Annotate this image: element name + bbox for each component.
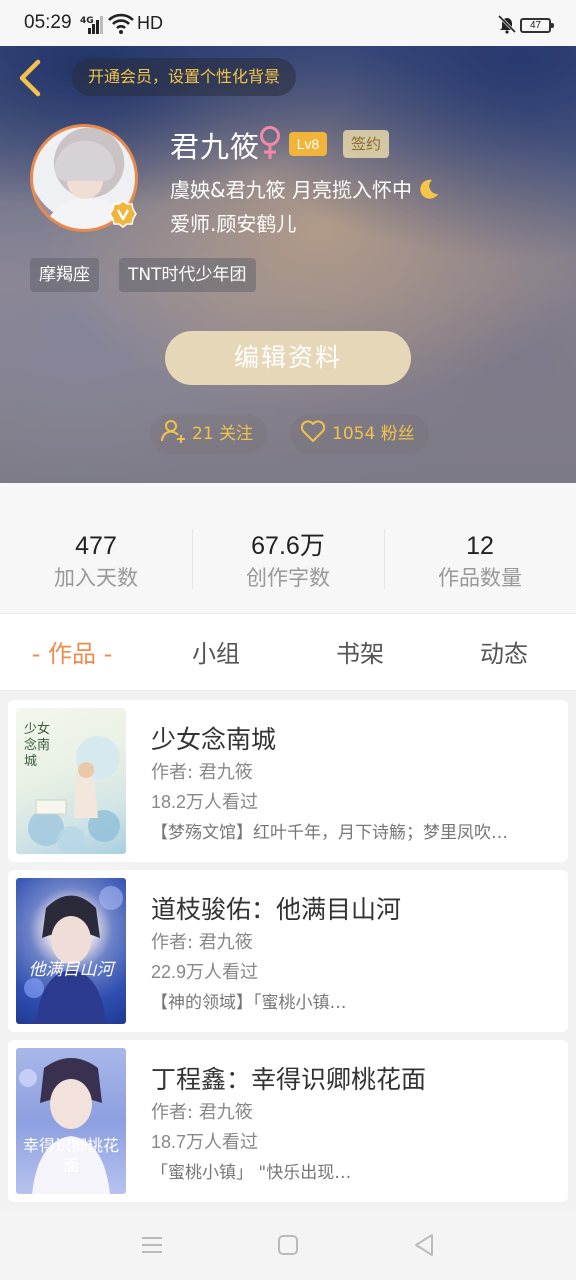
stats-panel: 477 加入天数 67.6万 创作字数 12 作品数量 (0, 483, 576, 613)
menu-icon[interactable] (139, 1232, 165, 1258)
tag-fandom[interactable]: TNT时代少年团 (119, 258, 256, 292)
following-count: 21 关注 (192, 424, 254, 444)
username: 君九筱 (170, 130, 261, 164)
tab-bar: - 作品 - 小组 书架 动态 (0, 613, 576, 691)
wifi-icon (108, 13, 134, 34)
fans-count: 1054 粉丝 (332, 424, 415, 444)
stat-join-days: 477 加入天数 (0, 529, 192, 593)
mute-bell-icon (497, 14, 517, 34)
book-cover[interactable]: 少女念南城 (16, 708, 126, 854)
stat-word-count: 67.6万 创作字数 (192, 529, 384, 593)
signed-author-badge: 签约 (343, 130, 389, 158)
book-views: 18.2万人看过 (151, 792, 259, 812)
book-card[interactable]: 他满目山河 道枝骏佑：他满目山河 作者: 君九筱 22.9万人看过 【神的领域】… (8, 870, 568, 1032)
crescent-moon-icon (420, 179, 439, 199)
bio-line-2: 爱师.顾安鹤儿 (170, 212, 297, 236)
cover-title: 幸得识卿桃花面 (22, 1136, 119, 1175)
female-gender-icon (260, 126, 280, 159)
book-description: 【神的领域】「蜜桃小镇… (151, 993, 347, 1013)
book-cover[interactable]: 他满目山河 (16, 878, 126, 1024)
book-author: 作者: 君九筱 (151, 932, 253, 953)
works-list: 少女念南城 少女念南城 作者: 君九筱 18.2万人看过 【梦殇文馆】红叶千年，… (0, 691, 576, 1210)
signal-icon (88, 16, 104, 34)
tab-activity[interactable]: 动态 (432, 614, 576, 692)
stat-label: 作品数量 (438, 566, 522, 590)
book-card[interactable]: 幸得识卿桃花面 丁程鑫：幸得识卿桃花面 作者: 君九筱 18.7万人看过 「蜜桃… (8, 1040, 568, 1202)
tag-zodiac[interactable]: 摩羯座 (30, 258, 99, 292)
book-cover[interactable]: 幸得识卿桃花面 (16, 1048, 126, 1194)
book-author: 作者: 君九筱 (151, 1102, 253, 1123)
hd-indicator: HD (137, 13, 163, 33)
cover-title: 他满目山河 (28, 960, 114, 980)
book-card[interactable]: 少女念南城 少女念南城 作者: 君九筱 18.2万人看过 【梦殇文馆】红叶千年，… (8, 700, 568, 862)
book-author: 作者: 君九筱 (151, 762, 253, 783)
book-title: 少女念南城 (151, 725, 277, 754)
book-title: 道枝骏佑：他满目山河 (151, 895, 402, 924)
book-description: 「蜜桃小镇」 "快乐出现… (151, 1163, 352, 1183)
cover-title: 少女念南城 (24, 722, 51, 769)
fans-button[interactable]: 1054 粉丝 (290, 414, 429, 454)
status-bar: 05:29 4G HD 47 (0, 0, 576, 46)
stat-label: 创作字数 (246, 566, 330, 590)
book-description: 【梦殇文馆】红叶千年，月下诗觞；梦里凤吹… (151, 823, 508, 843)
stat-label: 加入天数 (54, 566, 138, 590)
book-views: 22.9万人看过 (151, 962, 259, 982)
stat-value: 12 (466, 532, 494, 560)
level-badge: Lv8 (289, 132, 327, 156)
bio-line-1: 虞姎&君九筱 月亮揽入怀中 (170, 174, 440, 203)
battery-icon: 47 (520, 18, 554, 33)
verified-v-icon (109, 200, 137, 228)
book-title: 丁程鑫：幸得识卿桃花面 (151, 1065, 427, 1094)
tab-groups[interactable]: 小组 (144, 614, 288, 692)
heart-outline-icon (300, 420, 326, 442)
vip-background-banner[interactable]: 开通会员，设置个性化背景 (72, 58, 297, 96)
following-button[interactable]: 21 关注 (150, 414, 268, 454)
system-nav-bar (0, 1210, 576, 1280)
status-time: 05:29 (24, 12, 72, 33)
person-add-icon (160, 420, 185, 443)
book-views: 18.7万人看过 (151, 1132, 259, 1152)
bio-text: 虞姎&君九筱 月亮揽入怀中 (170, 178, 412, 202)
back-triangle-icon[interactable] (411, 1232, 437, 1258)
stat-value: 67.6万 (251, 532, 325, 560)
stat-value: 477 (75, 532, 117, 560)
tab-bookshelf[interactable]: 书架 (288, 614, 432, 692)
tab-works[interactable]: - 作品 - (0, 614, 144, 692)
home-icon[interactable] (275, 1232, 301, 1258)
edit-profile-button[interactable]: 编辑资料 (165, 331, 411, 385)
stat-work-count: 12 作品数量 (384, 529, 576, 593)
back-arrow-icon[interactable] (14, 58, 48, 98)
